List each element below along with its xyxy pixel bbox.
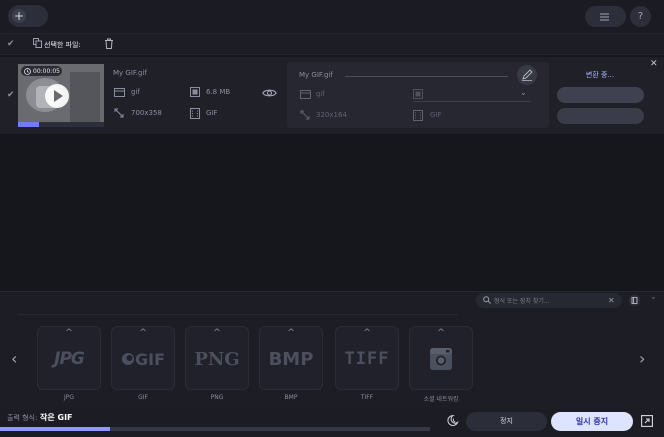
trash-icon[interactable] [104,38,114,49]
file-action-button-1[interactable] [557,87,644,103]
target-name-underline [345,76,508,77]
source-file-name: My GIF.gif [113,69,147,77]
pause-button[interactable]: 일시 중지 [551,412,633,431]
file-progress-fill [18,122,39,127]
format-label-bmp: BMP [284,394,298,401]
selection-bar [0,33,664,55]
collapse-panel-icon[interactable]: ⌄ [650,292,657,301]
format-label-jpg: JPG [63,394,75,401]
source-resolution: 700x358 [131,109,162,117]
format-settings-icon[interactable] [628,294,641,307]
eye-icon[interactable] [262,88,277,98]
target-codec: GIF [430,111,442,119]
file-size-icon [190,87,200,97]
resolution-icon [300,110,310,120]
pencil-icon [522,69,533,81]
format-label-gif: GIF [138,394,148,401]
bmp-logo: BMP [268,348,314,370]
play-button[interactable] [45,84,69,108]
output-format-value[interactable]: 작은 GIF [40,412,73,423]
clear-search-icon[interactable]: ✕ [608,296,615,305]
target-file-name[interactable]: My GIF.gif [299,71,333,79]
clock-icon [24,67,31,75]
tab-1[interactable] [22,298,96,312]
target-resolution: 320x164 [316,111,347,119]
tab-divider [18,314,458,315]
scroll-right-arrow[interactable]: › [639,349,645,368]
top-toolbar [0,0,664,33]
codec-icon [190,108,200,119]
tiff-logo: TIFF [344,349,390,369]
output-format-label: 출력 형식: [7,414,38,422]
chevron-up-icon[interactable]: ^ [185,328,249,338]
overall-progress-fill [0,427,110,431]
format-label-png: PNG [210,394,224,401]
moon-clock-icon[interactable] [446,414,459,427]
gif-logo: GIF [111,345,175,373]
chevron-up-icon[interactable]: ^ [111,328,175,338]
chevron-down-icon[interactable]: ⌄ [520,88,527,97]
plus-icon: + [12,9,26,23]
search-icon [483,296,491,304]
chevron-up-icon[interactable]: ^ [259,328,323,338]
search-placeholder: 형식 또는 장치 찾기... [494,298,550,305]
help-button[interactable]: ? [630,6,651,27]
social-logo [409,345,473,373]
tab-4[interactable] [244,298,318,312]
source-codec: GIF [206,109,218,117]
source-size: 6.8 MB [206,88,231,96]
file-row-checkbox[interactable]: ✔ [7,90,15,100]
edit-button[interactable] [517,65,537,85]
duration-badge: 00:00:05 [21,66,62,76]
chevron-up-icon[interactable]: ^ [37,328,101,338]
copy-icon [33,38,42,48]
tab-5[interactable] [318,298,392,312]
file-format-icon [300,90,311,99]
quality-underline [413,101,531,102]
tab-3[interactable] [170,298,244,312]
codec-icon [413,110,423,121]
conversion-status: 변환 중... [585,71,615,79]
chevron-up-icon[interactable]: ^ [335,328,399,338]
tab-2[interactable] [96,298,170,312]
quality-icon [413,89,423,99]
duration-text: 00:00:05 [33,67,60,75]
gif-swirl-icon [121,353,134,365]
jpg-logo: JPG [54,349,85,369]
menu-button[interactable] [585,6,626,27]
add-files-button[interactable]: + [8,5,48,27]
file-format-icon [114,88,125,97]
camera-icon [430,348,452,370]
chevron-up-icon[interactable]: ^ [409,328,473,338]
format-label-tiff: TIFF [360,394,374,401]
select-all-checkbox[interactable]: ✔ [7,39,15,49]
source-format: gif [131,88,140,96]
stop-button[interactable]: 정지 [466,412,547,431]
format-label-social: 소셜 네트워킹 [423,396,459,403]
resolution-icon [114,108,124,118]
selected-files-label: 선택한 파일: [44,41,81,49]
hamburger-icon [599,13,609,20]
close-icon[interactable]: ✕ [650,59,658,69]
scroll-left-arrow[interactable]: ‹ [11,349,17,368]
file-action-button-2[interactable] [557,108,644,124]
export-icon[interactable] [641,415,653,427]
png-logo: PNG [194,348,240,370]
target-format: gif [316,90,325,98]
